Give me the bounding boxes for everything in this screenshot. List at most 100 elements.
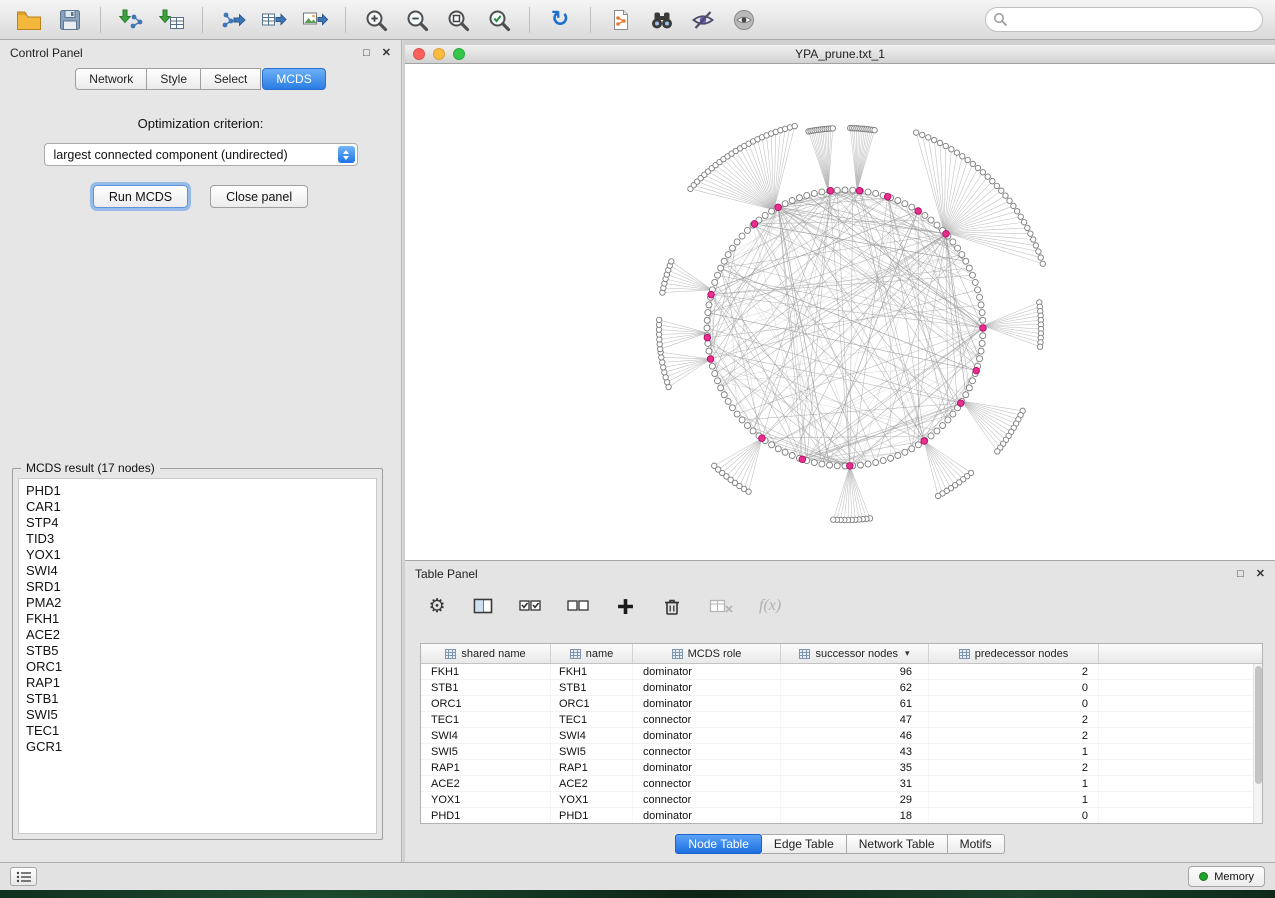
table-cell[interactable]: YOX1	[551, 792, 633, 807]
table-cell[interactable]: 2	[929, 760, 1099, 775]
show-overview-button[interactable]	[727, 4, 761, 36]
search-input[interactable]	[985, 7, 1263, 32]
table-cell[interactable]: connector	[633, 792, 781, 807]
table-cell[interactable]: TEC1	[551, 712, 633, 727]
mcds-result-item[interactable]: PMA2	[26, 595, 369, 611]
task-history-button[interactable]	[10, 867, 37, 886]
table-row[interactable]: ACE2ACE2connector311	[421, 776, 1253, 792]
table-row[interactable]: SWI4SWI4dominator462	[421, 728, 1253, 744]
memory-button[interactable]: Memory	[1188, 866, 1265, 887]
mcds-result-item[interactable]: STB1	[26, 691, 369, 707]
table-scrollbar[interactable]	[1253, 664, 1262, 823]
table-cell[interactable]: FKH1	[421, 664, 551, 679]
table-cell[interactable]: 47	[781, 712, 929, 727]
function-builder-button[interactable]: f(x)	[759, 595, 781, 617]
table-cell[interactable]: 35	[781, 760, 929, 775]
tab-mcds[interactable]: MCDS	[262, 68, 325, 90]
table-cell[interactable]: dominator	[633, 664, 781, 679]
table-cell[interactable]: RAP1	[551, 760, 633, 775]
table-cell[interactable]: FKH1	[551, 664, 633, 679]
add-column-button[interactable]	[615, 595, 635, 617]
window-minimize-light[interactable]	[433, 48, 445, 60]
table-cell[interactable]: 0	[929, 808, 1099, 823]
table-cell[interactable]: dominator	[633, 680, 781, 695]
table-cell[interactable]: ORC1	[551, 696, 633, 711]
zoom-fit-button[interactable]	[441, 4, 475, 36]
mcds-result-item[interactable]: CAR1	[26, 499, 369, 515]
mcds-result-item[interactable]: FKH1	[26, 611, 369, 627]
save-session-button[interactable]	[53, 4, 87, 36]
float-panel-icon[interactable]: □	[363, 48, 370, 59]
table-cell[interactable]: PHD1	[551, 808, 633, 823]
table-cell[interactable]: 29	[781, 792, 929, 807]
table-row[interactable]: RAP1RAP1dominator352	[421, 760, 1253, 776]
tab-style[interactable]: Style	[147, 68, 201, 90]
close-panel-button[interactable]: Close panel	[210, 185, 308, 208]
table-row[interactable]: PHD1PHD1dominator180	[421, 808, 1253, 823]
float-panel-icon[interactable]: □	[1237, 569, 1244, 580]
table-cell[interactable]: connector	[633, 744, 781, 759]
column-header-shared-name[interactable]: shared name	[421, 644, 551, 663]
column-visibility-button[interactable]	[473, 595, 493, 617]
table-cell[interactable]: SWI5	[421, 744, 551, 759]
table-cell[interactable]: STB1	[551, 680, 633, 695]
tab-select[interactable]: Select	[201, 68, 261, 90]
tab-motifs[interactable]: Motifs	[948, 834, 1005, 854]
table-cell[interactable]: ACE2	[421, 776, 551, 791]
column-header-mcds-role[interactable]: MCDS role	[633, 644, 781, 663]
table-cell[interactable]: 43	[781, 744, 929, 759]
tab-edge-table[interactable]: Edge Table	[762, 834, 847, 854]
zoom-in-button[interactable]	[359, 4, 393, 36]
table-cell[interactable]: 1	[929, 776, 1099, 791]
table-cell[interactable]: SWI4	[551, 728, 633, 743]
table-cell[interactable]: 2	[929, 712, 1099, 727]
open-session-button[interactable]	[12, 4, 46, 36]
mcds-result-list[interactable]: PHD1CAR1STP4TID3YOX1SWI4SRD1PMA2FKH1ACE2…	[18, 478, 377, 834]
mcds-result-item[interactable]: STB5	[26, 643, 369, 659]
window-close-light[interactable]	[413, 48, 425, 60]
table-cell[interactable]: dominator	[633, 760, 781, 775]
table-cell[interactable]: dominator	[633, 808, 781, 823]
zoom-out-button[interactable]	[400, 4, 434, 36]
mcds-result-item[interactable]: GCR1	[26, 739, 369, 755]
run-mcds-button[interactable]: Run MCDS	[93, 185, 188, 208]
tab-network[interactable]: Network	[75, 68, 147, 90]
table-row[interactable]: TEC1TEC1connector472	[421, 712, 1253, 728]
select-all-button[interactable]	[519, 595, 541, 617]
table-row[interactable]: STB1STB1dominator620	[421, 680, 1253, 696]
table-cell[interactable]: 31	[781, 776, 929, 791]
tab-network-table[interactable]: Network Table	[847, 834, 948, 854]
export-network-button[interactable]	[216, 4, 250, 36]
table-cell[interactable]: connector	[633, 776, 781, 791]
table-cell[interactable]: 1	[929, 744, 1099, 759]
close-panel-icon[interactable]: ✕	[382, 48, 391, 59]
mcds-result-item[interactable]: ORC1	[26, 659, 369, 675]
export-image-button[interactable]	[298, 4, 332, 36]
column-header-successor-nodes[interactable]: successor nodes ▾	[781, 644, 929, 663]
table-cell[interactable]: 96	[781, 664, 929, 679]
mcds-result-item[interactable]: YOX1	[26, 547, 369, 563]
table-cell[interactable]: dominator	[633, 696, 781, 711]
table-settings-button[interactable]: ⚙	[427, 595, 447, 617]
table-cell[interactable]: TEC1	[421, 712, 551, 727]
network-graph-svg[interactable]	[405, 65, 1275, 560]
table-cell[interactable]: 0	[929, 680, 1099, 695]
window-maximize-light[interactable]	[453, 48, 465, 60]
table-cell[interactable]: ACE2	[551, 776, 633, 791]
table-cell[interactable]: 61	[781, 696, 929, 711]
mcds-result-item[interactable]: TID3	[26, 531, 369, 547]
scrollbar-thumb[interactable]	[1255, 666, 1262, 784]
refresh-view-button[interactable]: ↻	[543, 4, 577, 36]
column-header-name[interactable]: name	[551, 644, 633, 663]
table-row[interactable]: ORC1ORC1dominator610	[421, 696, 1253, 712]
table-cell[interactable]: 18	[781, 808, 929, 823]
mcds-result-item[interactable]: SWI4	[26, 563, 369, 579]
search-network-button[interactable]	[645, 4, 679, 36]
table-row[interactable]: FKH1FKH1dominator962	[421, 664, 1253, 680]
table-cell[interactable]: YOX1	[421, 792, 551, 807]
mcds-result-item[interactable]: SRD1	[26, 579, 369, 595]
import-table-button[interactable]	[155, 4, 189, 36]
table-cell[interactable]: STB1	[421, 680, 551, 695]
deselect-all-button[interactable]	[567, 595, 589, 617]
table-cell[interactable]: ORC1	[421, 696, 551, 711]
